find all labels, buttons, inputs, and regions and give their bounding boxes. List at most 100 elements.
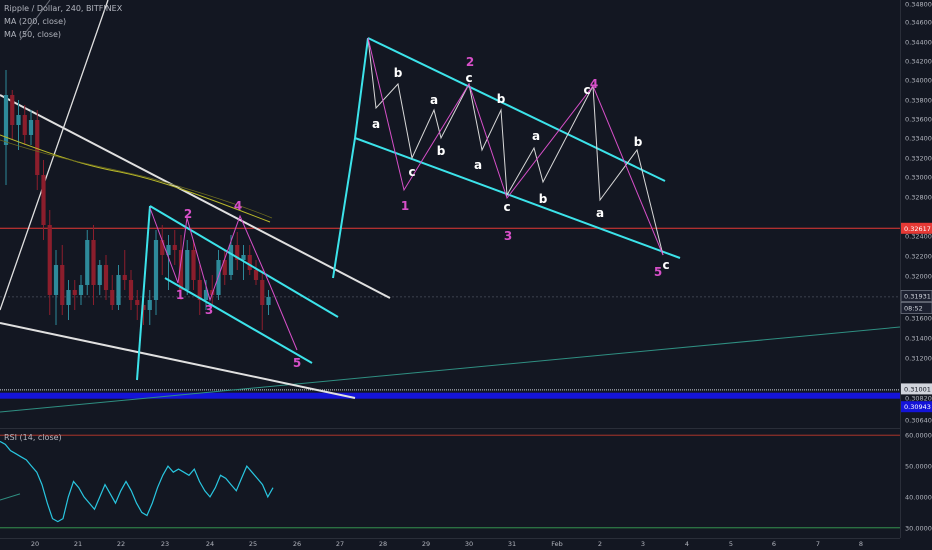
candle-body — [53, 265, 59, 295]
time-tick-label: 20 — [31, 540, 39, 548]
price-badge-support: 0.31001 — [904, 385, 931, 393]
candle-body — [35, 120, 40, 175]
price-tick-label: 0.33000 — [905, 174, 932, 182]
abc-label: a — [372, 117, 380, 131]
abc-label: b — [394, 66, 403, 80]
price-tick-label: 0.34000 — [905, 77, 932, 85]
wave-label: 4 — [590, 77, 598, 91]
time-tick-label: Feb — [551, 540, 563, 548]
abc-label: c — [408, 165, 415, 179]
ma200-legend[interactable]: MA (200, close) — [4, 16, 66, 27]
time-tick-label: 23 — [161, 540, 169, 548]
wave-label: 2 — [466, 55, 474, 69]
wave-label: 3 — [205, 303, 213, 317]
wave-label: 1 — [176, 288, 184, 302]
wave-label: 5 — [293, 356, 301, 370]
price-tick-label: 0.32200 — [905, 253, 932, 261]
candle-body — [147, 300, 152, 310]
rsi-tick-label: 50.0000 — [905, 463, 932, 471]
time-tick-label: 6 — [772, 540, 776, 548]
price-tick-label: 0.32000 — [905, 273, 932, 281]
time-tick-label: 24 — [206, 540, 214, 548]
candle-body — [191, 250, 196, 280]
abc-label: c — [662, 258, 669, 272]
price-tick-label: 0.33400 — [905, 135, 932, 143]
price-tick-label: 0.31400 — [905, 335, 932, 343]
chart-svg[interactable]: 0.34800 0.34600 0.34400 0.34200 0.34000 0.338… — [0, 0, 932, 550]
chart-root: 0.34800 0.34600 0.34400 0.34200 0.34000 0.338… — [0, 0, 932, 550]
price-tick-label: 0.31200 — [905, 355, 932, 363]
time-tick-label: 3 — [641, 540, 645, 548]
rsi-tick-label: 40.0000 — [905, 493, 932, 501]
candle-body — [172, 245, 177, 250]
time-tick-label: 2 — [598, 540, 602, 548]
rsi-legend[interactable]: RSI (14, close) — [4, 432, 62, 443]
candle-body — [22, 115, 27, 135]
time-tick-label: 22 — [117, 540, 125, 548]
candle-body — [85, 240, 90, 285]
price-tick-label: 0.32800 — [905, 194, 932, 202]
candle-body — [91, 240, 96, 285]
time-tick-label: 26 — [293, 540, 301, 548]
candle-body — [116, 275, 121, 305]
rsi-tick-label: 30.0000 — [905, 524, 932, 532]
candle-body — [47, 225, 52, 295]
candle-body — [60, 265, 65, 305]
price-badge-blue-level: 0.30943 — [904, 403, 931, 411]
candle-body — [160, 240, 165, 255]
abc-label: a — [596, 206, 604, 220]
abc-label: a — [474, 158, 482, 172]
candle-body — [135, 300, 140, 305]
rsi-tick-label: 60.0000 — [905, 432, 932, 440]
wave-label: 1 — [401, 199, 409, 213]
time-tick-label: 27 — [336, 540, 344, 548]
candle-body — [72, 290, 77, 295]
abc-label: a — [430, 93, 438, 107]
ma50-legend[interactable]: MA (50, close) — [4, 29, 61, 40]
price-badge-countdown: 08:52 — [904, 304, 923, 312]
candle-body — [16, 115, 21, 125]
price-tick-label: 0.33800 — [905, 97, 932, 105]
time-tick-label: 28 — [379, 540, 387, 548]
time-tick-label: 30 — [465, 540, 473, 548]
wave-label: 5 — [654, 265, 662, 279]
time-tick-label: 31 — [508, 540, 516, 548]
price-badge-last-price: 0.31931 — [904, 292, 931, 300]
candle-body — [266, 297, 271, 305]
wave-label: 4 — [234, 199, 242, 213]
price-tick-label: 0.34200 — [905, 58, 932, 66]
time-tick-label: 25 — [249, 540, 257, 548]
price-tick-label: 0.31600 — [905, 315, 932, 323]
candle-body — [28, 120, 34, 135]
price-tick-label: 0.33200 — [905, 155, 932, 163]
time-tick-label: 21 — [74, 540, 82, 548]
candle-body — [110, 290, 115, 305]
wave-label: 3 — [504, 229, 512, 243]
candle-body — [253, 270, 259, 280]
abc-label: a — [532, 129, 540, 143]
candle-body — [153, 240, 159, 300]
time-tick-label: 29 — [422, 540, 430, 548]
price-tick-label: 0.33600 — [905, 116, 932, 124]
abc-label: c — [465, 71, 472, 85]
candle-body — [41, 175, 46, 225]
abc-label: c — [583, 83, 590, 97]
abc-label: c — [503, 200, 510, 214]
abc-label: b — [539, 192, 548, 206]
candle-body — [103, 265, 109, 290]
time-tick-label: 4 — [685, 540, 689, 548]
candle-body — [66, 290, 71, 305]
time-tick-label: 5 — [729, 540, 733, 548]
abc-label: b — [437, 144, 446, 158]
candle-body — [185, 250, 190, 290]
candle-body — [260, 280, 265, 305]
candle-body — [247, 255, 252, 270]
price-tick-label: 0.30640 — [905, 417, 932, 425]
candle-body — [128, 280, 134, 300]
symbol-legend[interactable]: Ripple / Dollar, 240, BITFINEX — [4, 3, 122, 14]
wave-label: 2 — [184, 207, 192, 221]
abc-label: b — [634, 135, 643, 149]
price-tick-label: 0.34600 — [905, 19, 932, 27]
price-tick-label: 0.34800 — [905, 1, 932, 9]
price-badge-red-level: 0.32617 — [904, 225, 931, 233]
